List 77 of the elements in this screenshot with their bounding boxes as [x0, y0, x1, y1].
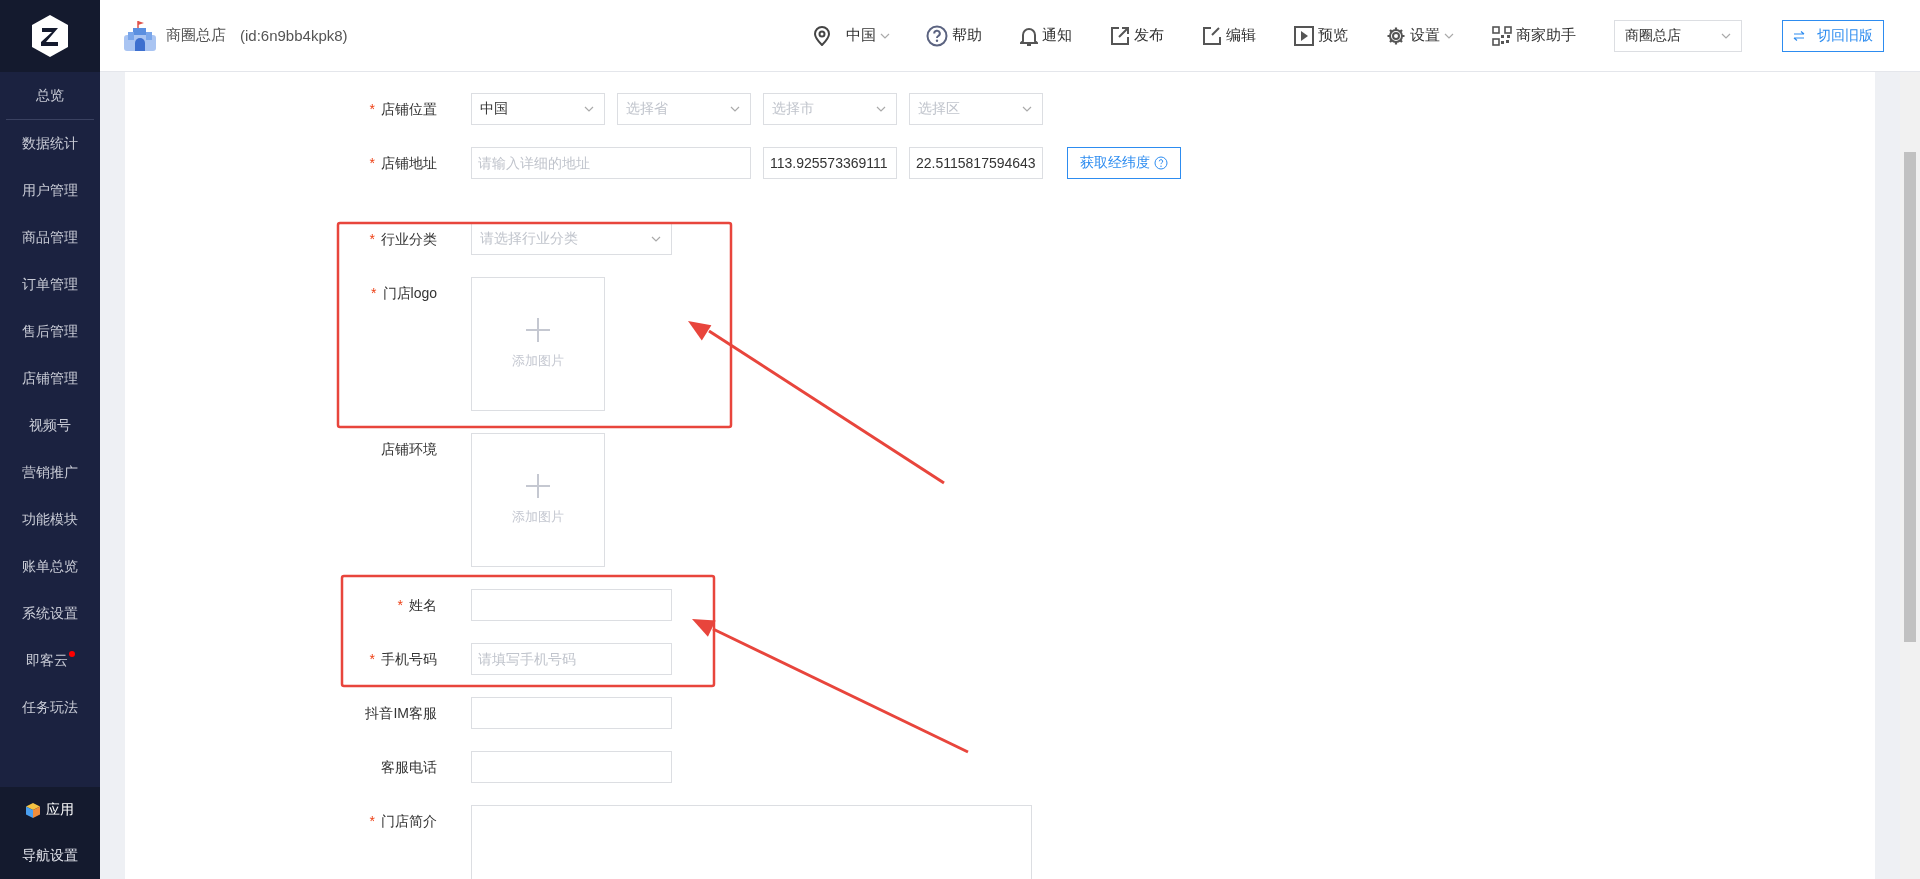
required-mark: * [371, 285, 377, 301]
field-label: 姓名 [409, 597, 437, 613]
castle-icon [122, 18, 158, 53]
sidebar-item[interactable]: 即客云 [0, 637, 100, 684]
toolbar-button[interactable]: 发布 [1110, 25, 1164, 46]
cube-icon [26, 802, 40, 818]
required-mark: * [369, 155, 375, 171]
sidebar-item[interactable]: 售后管理 [0, 308, 100, 355]
plus-icon [526, 318, 550, 342]
field-label: 店铺位置 [381, 101, 437, 117]
help-icon [1154, 156, 1168, 170]
shop-name: 商圈总店 [166, 26, 226, 45]
chevron-down-icon [651, 236, 661, 242]
sidebar-item[interactable]: 系统设置 [0, 590, 100, 637]
field-label: 抖音IM客服 [365, 705, 437, 721]
required-mark: * [369, 231, 375, 247]
input-field[interactable] [471, 697, 672, 729]
sidebar-item[interactable]: 账单总览 [0, 543, 100, 590]
toolbar-button[interactable]: 通知 [1020, 25, 1072, 46]
field-label: 门店简介 [381, 813, 437, 829]
field-label: 行业分类 [381, 231, 437, 247]
sidebar-item[interactable]: 店铺管理 [0, 355, 100, 402]
edit-icon [1202, 25, 1222, 46]
sidebar-item[interactable]: 用户管理 [0, 167, 100, 214]
sidebar-item[interactable]: 营销推广 [0, 449, 100, 496]
required-mark: * [369, 651, 375, 667]
shop-id: (id:6n9bb4kpk8) [240, 27, 348, 44]
sidebar-item[interactable]: 总览 [0, 72, 100, 119]
region-dropdown[interactable]: 中国 [846, 26, 890, 45]
location-pin-icon [814, 25, 830, 46]
field-label: 门店logo [382, 285, 437, 301]
sidebar-item[interactable]: 导航设置 [0, 833, 100, 879]
swap-icon [1793, 30, 1805, 41]
required-mark: * [369, 101, 375, 117]
plus-icon [526, 474, 550, 498]
store-select[interactable]: 商圈总店 [1614, 19, 1742, 52]
play-icon [1294, 25, 1314, 46]
chevron-down-icon [1022, 106, 1032, 112]
share-icon [1110, 25, 1130, 46]
required-mark: * [369, 813, 375, 829]
input-field[interactable]: 请填写手机号码 [471, 643, 672, 675]
toolbar-button[interactable]: 设置 [1386, 25, 1454, 46]
settings-icon [1386, 25, 1406, 46]
field-label: 手机号码 [381, 651, 437, 667]
help-icon [926, 24, 948, 47]
select-field[interactable]: 中国 [471, 93, 605, 125]
sidebar-item[interactable]: 功能模块 [0, 496, 100, 543]
chevron-down-icon [1444, 32, 1454, 39]
logo-icon [30, 14, 70, 58]
sidebar-item[interactable]: 视频号 [0, 402, 100, 449]
sidebar-item[interactable]: 商品管理 [0, 214, 100, 261]
toolbar-button[interactable]: 编辑 [1202, 25, 1256, 46]
input-field[interactable]: 请输入详细的地址 [471, 147, 751, 179]
sidebar-item[interactable]: 订单管理 [0, 261, 100, 308]
chevron-down-icon [584, 106, 594, 112]
chevron-down-icon [1721, 32, 1731, 39]
get-coordinates-button[interactable]: 获取经纬度 [1067, 147, 1181, 179]
switch-version-button[interactable]: 切回旧版 [1782, 19, 1884, 52]
input-field[interactable] [471, 589, 672, 621]
bell-icon [1020, 25, 1038, 46]
chevron-down-icon [880, 32, 890, 39]
chevron-down-icon [876, 106, 886, 112]
chevron-down-icon [730, 106, 740, 112]
sidebar-item[interactable]: 应用 [0, 787, 100, 833]
field-label: 店铺环境 [381, 441, 437, 457]
input-field[interactable]: 22.5115817594643 [909, 147, 1043, 179]
required-mark: * [397, 597, 403, 613]
field-label: 店铺地址 [381, 155, 437, 171]
toolbar-button[interactable]: 帮助 [926, 24, 982, 47]
toolbar-button[interactable]: 预览 [1294, 25, 1348, 46]
input-field[interactable]: 113.925573369111 [763, 147, 897, 179]
qr-code-icon [1492, 25, 1512, 46]
toolbar-button[interactable]: 商家助手 [1492, 25, 1576, 46]
input-field[interactable] [471, 751, 672, 783]
field-label: 客服电话 [381, 759, 437, 775]
sidebar-item[interactable]: 数据统计 [0, 120, 100, 167]
sidebar-item[interactable]: 任务玩法 [0, 684, 100, 731]
